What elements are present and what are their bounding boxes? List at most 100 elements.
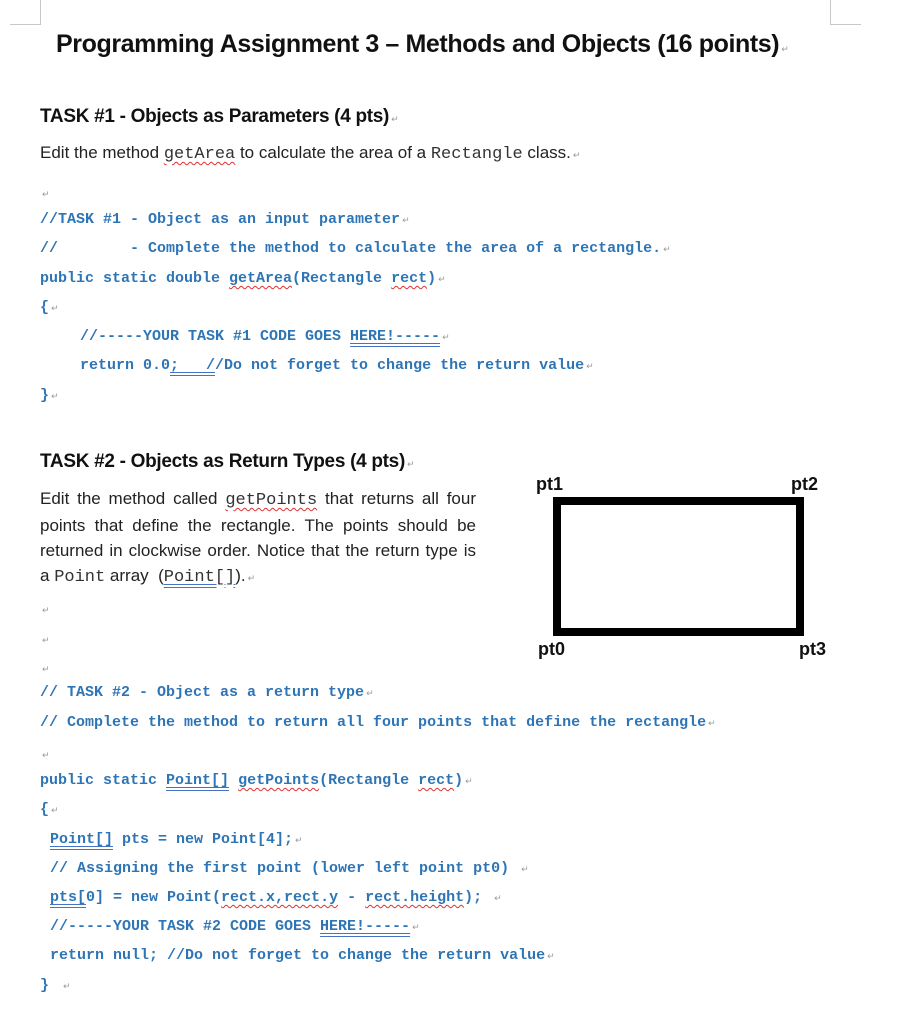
code-text: {	[40, 299, 50, 316]
empty-paragraph: ↵	[40, 600, 50, 618]
task2-code-placeholder-comment: //-----YOUR TASK #2 CODE GOES HERE!-----…	[50, 918, 420, 935]
empty-paragraph: ↵	[40, 630, 50, 648]
code-text: (Rectangle	[292, 270, 392, 287]
code-text-flagged: rect.x,rect.y	[221, 889, 339, 906]
code-text: (Rectangle	[319, 772, 419, 789]
paragraph-mark-icon: ↵	[391, 115, 399, 125]
code-text-underlined: HERE!-----	[350, 328, 441, 345]
paragraph-mark-icon: ↵	[442, 333, 450, 343]
paragraph-mark-icon: ↵	[42, 665, 50, 675]
point-label-pt2: pt2	[791, 474, 818, 494]
paragraph-mark-icon: ↵	[42, 751, 50, 761]
paragraph-mark-icon: ↵	[42, 606, 50, 616]
paragraph-mark-icon: ↵	[406, 460, 415, 470]
task2-code-comment-3: // Assigning the first point (lower left…	[50, 860, 529, 877]
paragraph-mark-icon: ↵	[42, 190, 50, 200]
point-label-pt0: pt0	[538, 639, 565, 659]
code-text: -	[338, 889, 366, 906]
paragraph-mark-icon: ↵	[295, 836, 303, 846]
paragraph-mark-icon: ↵	[63, 982, 71, 992]
instruction-text: to calculate the area of a	[235, 143, 431, 162]
code-text: {	[40, 801, 50, 818]
task2-instruction: Edit the method called getPoints that re…	[40, 486, 476, 592]
code-text: )	[454, 772, 464, 789]
inline-code-getarea: getArea	[163, 145, 236, 164]
paragraph-mark-icon: ↵	[402, 216, 410, 226]
task2-heading: TASK #2 - Objects as Return Types (4 pts…	[40, 451, 415, 473]
code-text: public static	[40, 772, 167, 789]
code-text: }	[40, 977, 50, 994]
code-text: return 0.0	[80, 357, 171, 374]
instruction-text: Edit the method	[40, 143, 164, 162]
instruction-text: class.	[522, 143, 571, 162]
task2-code-assign-pt0: pts[0] = new Point(rect.x,rect.y - rect.…	[50, 889, 502, 906]
paragraph-mark-icon: ↵	[572, 151, 581, 161]
paragraph-mark-icon: ↵	[781, 45, 789, 55]
paragraph-mark-icon: ↵	[412, 923, 420, 933]
code-param-name: rect	[418, 772, 455, 789]
task1-code-return: return 0.0; //Do not forget to change th…	[80, 357, 594, 374]
code-method-name: getPoints	[238, 772, 320, 789]
empty-paragraph: ↵	[40, 184, 50, 202]
task2-code-return: return null; //Do not forget to change t…	[50, 947, 555, 964]
paragraph-mark-icon: ↵	[494, 894, 502, 904]
code-text: //TASK #1 - Object as an input parameter	[40, 211, 401, 228]
task2-code-comment-1: // TASK #2 - Object as a return type ↵	[40, 684, 374, 701]
inline-code-point-array: Point[]	[163, 568, 236, 587]
paragraph-mark-icon: ↵	[51, 806, 59, 816]
code-text-underlined: HERE!-----	[320, 918, 411, 935]
task1-code-comment-2: // - Complete the method to calculate th…	[40, 240, 671, 257]
task1-instruction: Edit the method getArea to calculate the…	[40, 143, 580, 164]
empty-paragraph: ↵	[40, 745, 50, 763]
paragraph-mark-icon: ↵	[51, 304, 59, 314]
inline-code-point: Point	[54, 568, 106, 587]
instruction-text: ).	[235, 566, 246, 585]
document-title: Programming Assignment 3 – Methods and O…	[56, 30, 789, 59]
page-corner-mark-top-left	[10, 0, 41, 25]
paragraph-mark-icon: ↵	[366, 689, 374, 699]
task2-code-close-brace: } ↵	[40, 977, 71, 994]
empty-paragraph: ↵	[40, 659, 50, 677]
code-var-name: pts[	[50, 889, 87, 906]
code-text: }	[40, 387, 50, 404]
code-text: /Do not forget to change the return valu…	[215, 357, 585, 374]
task2-heading-text: TASK #2 - Objects as Return Types (4 pts…	[40, 451, 405, 472]
task1-code-close-brace: } ↵	[40, 387, 59, 404]
task2-code-comment-2: // Complete the method to return all fou…	[40, 714, 716, 731]
point-label-pt3: pt3	[799, 639, 826, 659]
code-type-name: Point[]	[50, 831, 114, 848]
task1-code-open-brace: {↵	[40, 299, 59, 316]
document-title-text: Programming Assignment 3 – Methods and O…	[56, 30, 780, 58]
task1-code-signature: public static double getArea(Rectangle r…	[40, 270, 446, 287]
paragraph-mark-icon: ↵	[438, 275, 446, 285]
code-method-name: getArea	[229, 270, 293, 287]
paragraph-mark-icon: ↵	[521, 865, 529, 875]
code-text: // Assigning the first point (lower left…	[50, 860, 510, 877]
code-text: //-----YOUR TASK #1 CODE GOES	[80, 328, 351, 345]
rectangle-shape	[553, 497, 804, 636]
code-text-underlined: ; /	[170, 357, 216, 374]
paragraph-mark-icon: ↵	[708, 719, 716, 729]
task2-code-signature: public static Point[] getPoints(Rectangl…	[40, 772, 473, 789]
inline-code-rectangle: Rectangle	[430, 145, 523, 164]
code-text: )	[427, 270, 437, 287]
code-type-name: Point[]	[166, 772, 230, 789]
code-text: );	[464, 889, 483, 906]
instruction-text: array (	[105, 566, 164, 585]
task1-heading: TASK #1 - Objects as Parameters (4 pts) ↵	[40, 106, 399, 128]
task2-code-array-decl: Point[] pts = new Point[4]; ↵	[50, 831, 303, 848]
task1-code-placeholder-comment: //-----YOUR TASK #1 CODE GOES HERE!-----…	[80, 328, 450, 345]
point-label-pt1: pt1	[536, 474, 563, 494]
code-text: // Complete the method to return all fou…	[40, 714, 707, 731]
paragraph-mark-icon: ↵	[42, 636, 50, 646]
paragraph-mark-icon: ↵	[247, 574, 256, 584]
task2-code-open-brace: {↵	[40, 801, 59, 818]
page-corner-mark-top-right	[830, 0, 861, 25]
code-text: //-----YOUR TASK #2 CODE GOES	[50, 918, 321, 935]
code-text: pts = new Point[4];	[113, 831, 294, 848]
task1-heading-text: TASK #1 - Objects as Parameters (4 pts)	[40, 106, 390, 127]
paragraph-mark-icon: ↵	[547, 952, 555, 962]
paragraph-mark-icon: ↵	[51, 392, 59, 402]
paragraph-mark-icon: ↵	[465, 777, 473, 787]
